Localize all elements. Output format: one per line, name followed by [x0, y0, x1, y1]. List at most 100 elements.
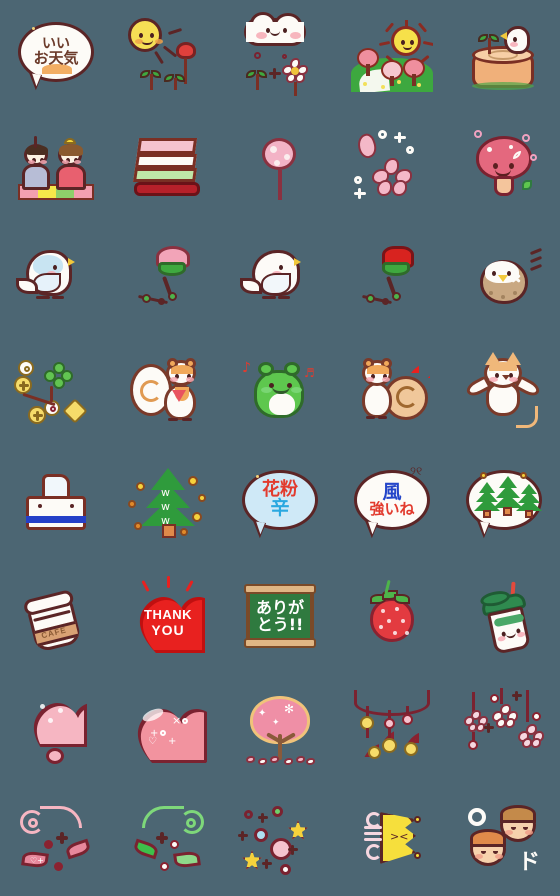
tissue-box-stripe [26, 516, 86, 523]
sticker-cell-hina-dolls-pair[interactable] [0, 112, 112, 224]
sticker-cell-chalkboard-arigatou[interactable]: ありが とう!! [224, 560, 336, 672]
crown-icon [64, 138, 76, 144]
sticker-cell-spring-hill-landscape-with-sun[interactable] [336, 0, 448, 112]
fallen-petals [244, 756, 316, 765]
music-note-icon: ♬ [304, 366, 315, 380]
gold-ball [368, 746, 381, 759]
vine-curve [142, 806, 184, 828]
sticker-cell-thank-you-heart[interactable]: THANK YOU [112, 560, 224, 672]
sticker-cell-colorful-bubble-sparkles[interactable] [224, 784, 336, 896]
sticker-cell-cedar-forest-bubble[interactable] [448, 448, 560, 560]
white-bird-icon [504, 26, 530, 54]
mushroom-cap [476, 136, 532, 180]
katakana-mark: ド [518, 850, 541, 875]
sticker-cell-brown-sparrow[interactable] [448, 224, 560, 336]
pollen-dot [188, 476, 198, 486]
sticker-cell-sakura-petals-sparkles[interactable] [336, 112, 448, 224]
bird-tail [16, 278, 38, 294]
sun-ray [167, 27, 183, 36]
sticker-cell-smiling-cloud-with-flower-and-sprouts[interactable] [224, 0, 336, 112]
heart-text-line2: YOU [151, 621, 185, 638]
sprout-stem [174, 78, 177, 90]
frappuccino-cup [468, 578, 542, 655]
squirrel-body [362, 382, 392, 418]
bird-beak [500, 32, 507, 40]
gold-ball [404, 742, 418, 756]
sticker-cell-green-tea-frappuccino[interactable] [448, 560, 560, 672]
frog-eye-right [284, 362, 300, 376]
sticker-cell-sitting-squirrel[interactable] [112, 336, 224, 448]
leaf-icon [64, 838, 92, 860]
mochi-layer-white [135, 154, 197, 168]
doll-head-empress [58, 144, 83, 166]
circle-mark [468, 808, 486, 826]
sticker-cell-strawberry[interactable] [336, 560, 448, 672]
bud [392, 292, 401, 301]
bubble-text-line2: 強いね [369, 500, 415, 519]
sticker-cell-white-bird[interactable] [224, 224, 336, 336]
tree-detail: w [161, 486, 170, 499]
heart-icon [414, 364, 427, 375]
pollen-dot [136, 482, 145, 491]
crown-swirl [364, 812, 386, 864]
frog-eye-left [258, 362, 274, 376]
speech-bubble-tail [474, 521, 491, 539]
sticker-cell-cafe-takeaway-cup[interactable]: CAFE [0, 560, 112, 672]
sticker-cell-pink-flower-branch[interactable] [112, 224, 224, 336]
sticker-cell-pink-swirl-vine[interactable]: ♡+ [0, 784, 112, 896]
pollen-dot [198, 494, 206, 502]
pollen-dot [134, 522, 142, 530]
sticker-cell-cherry-blossom-tree[interactable]: ✦ ✻ ✦ [224, 672, 336, 784]
sticker-cell-red-flower-branch[interactable] [336, 224, 448, 336]
motion-line [529, 255, 543, 264]
lacquer-tray [134, 182, 200, 196]
pollen-dot [192, 512, 202, 522]
flower-calyx [158, 262, 186, 276]
sticker-cell-smiling-pink-mushroom[interactable] [448, 112, 560, 224]
sparkle-line [167, 576, 170, 588]
mushroom-stem [494, 176, 514, 196]
sticker-cell-squirrel-with-hearts[interactable] [336, 336, 448, 448]
sticker-cell-pink-heart-exclamation[interactable] [0, 672, 112, 784]
tail-swirl [140, 380, 162, 402]
sticker-cell-speech-bubble-pollen-tough[interactable]: 花粉 辛 [224, 448, 336, 560]
sticker-cell-blue-budgie-bird[interactable] [0, 224, 112, 336]
music-note-icon: ♪ [242, 360, 251, 376]
sprout-stem [150, 74, 153, 90]
sticker-cell-singing-green-frog[interactable]: ♪ ♬ [224, 336, 336, 448]
heart-text-line1: THANK [144, 606, 192, 622]
sticker-cell-hanging-sakura-decoration[interactable] [448, 672, 560, 784]
cat-tail [516, 406, 538, 428]
sticker-cell-pink-flower-pompom[interactable] [224, 112, 336, 224]
bird-beak [68, 258, 75, 266]
tulip-flower-icon [176, 42, 196, 59]
sticker-cell-white-bird-on-tree-stump[interactable] [448, 0, 560, 112]
sticker-cell-tissue-box[interactable] [0, 448, 112, 560]
sticker-cell-clover-with-gold-sparkles[interactable] [0, 336, 112, 448]
sticker-cell-two-kid-faces[interactable]: ド [448, 784, 560, 896]
sticker-cell-green-swirl-vine[interactable] [112, 784, 224, 896]
sticker-cell-cedar-tree-pollen[interactable]: w w w [112, 448, 224, 560]
kid-face-front [470, 829, 506, 866]
motion-line [529, 263, 543, 272]
sticker-cell-pink-sparkle-heart[interactable]: × + ♡ + [112, 672, 224, 784]
sticker-cell-hanging-heart-garland[interactable] [336, 672, 448, 784]
sakura-flower-small [518, 724, 544, 748]
sticker-cell-hishimochi-layered-rice-cake[interactable] [112, 112, 224, 224]
sticker-cell-speech-bubble-strong-wind[interactable]: 風 強いね ୨୧ [336, 448, 448, 560]
heart-icon [398, 724, 416, 740]
leaf-icon [522, 180, 532, 190]
pollen-dot [128, 500, 136, 508]
doll-body-empress [56, 164, 86, 190]
star-icon [288, 820, 308, 840]
gold-diamond [62, 398, 88, 424]
sticker-cell-smiling-sun-with-tulip-and-sprouts[interactable] [112, 0, 224, 112]
clover-icon [44, 362, 74, 390]
sticker-cell-cheering-cat[interactable] [448, 336, 560, 448]
sticker-cell-speech-bubble-nice-weather[interactable]: いい お天気 [0, 0, 112, 112]
sticker-cell-yellow-crown[interactable]: >< [336, 784, 448, 896]
leaf-icon [173, 850, 201, 869]
flower-stem [278, 170, 282, 200]
squirrel-body [164, 384, 196, 420]
daisy-flower-icon [282, 58, 308, 84]
